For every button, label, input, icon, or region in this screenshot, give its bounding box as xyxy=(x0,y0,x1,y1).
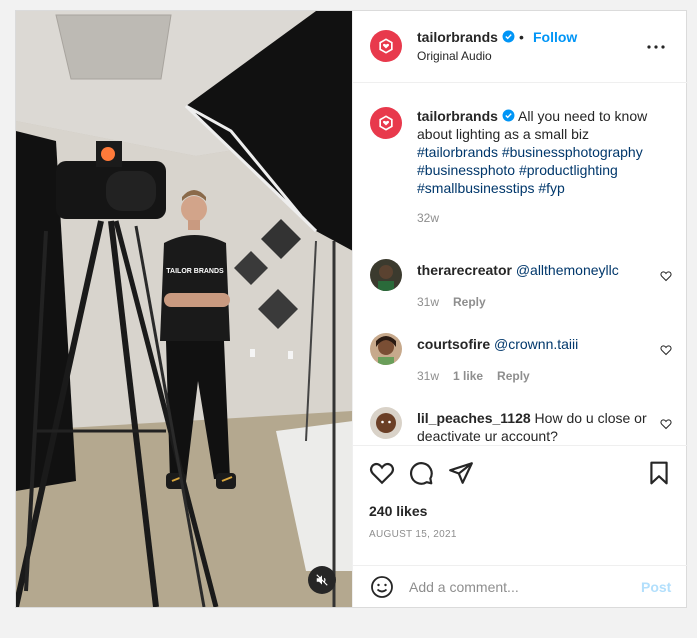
comment-text: lil_peaches_1128 How do u close or deact… xyxy=(417,409,657,445)
post-actions: 240 likes AUGUST 15, 2021 xyxy=(353,445,688,565)
user-photo-icon xyxy=(378,265,394,291)
shirt-logo-text: TAILOR BRANDS xyxy=(166,268,224,275)
avatar[interactable] xyxy=(370,259,402,291)
comment-icon[interactable] xyxy=(408,460,434,486)
comment-meta: 31w Reply xyxy=(417,295,500,309)
speaker-muted-icon xyxy=(316,574,328,586)
comments-section[interactable]: tailorbrands All you need to know about … xyxy=(353,83,688,445)
comment-time[interactable]: 31w xyxy=(417,295,439,309)
comment-input[interactable] xyxy=(409,576,629,598)
like-comment-icon[interactable] xyxy=(660,270,672,282)
reply-button[interactable]: Reply xyxy=(497,369,530,383)
avatar[interactable] xyxy=(370,107,402,139)
studio-photo: TAILOR BRANDS xyxy=(16,11,352,607)
post-comment-button[interactable]: Post xyxy=(641,579,671,595)
more-options-button[interactable] xyxy=(644,35,668,59)
caption-username[interactable]: tailorbrands xyxy=(417,108,498,124)
post-header: tailorbrands • Follow Original Audio xyxy=(353,11,688,83)
likes-count[interactable]: 240 likes xyxy=(369,503,427,519)
user-photo-icon xyxy=(376,413,396,433)
header-username[interactable]: tailorbrands xyxy=(417,29,515,45)
share-icon[interactable] xyxy=(448,460,474,486)
caption-timestamp[interactable]: 32w xyxy=(417,211,439,225)
post-caption: tailorbrands All you need to know about … xyxy=(417,107,667,197)
username-link[interactable]: tailorbrands xyxy=(417,29,498,45)
post-details-panel: tailorbrands • Follow Original Audio tai… xyxy=(352,11,688,607)
post-media[interactable]: TAILOR BRANDS xyxy=(16,11,352,607)
separator-dot: • xyxy=(519,29,524,45)
verified-badge-icon xyxy=(502,30,515,43)
comment-text: courtsofire @crownn.taiii xyxy=(417,335,657,353)
post-date: AUGUST 15, 2021 xyxy=(369,529,457,540)
avatar[interactable] xyxy=(370,407,402,439)
mute-button[interactable] xyxy=(308,566,336,594)
like-comment-icon[interactable] xyxy=(660,418,672,430)
bookmark-icon[interactable] xyxy=(646,460,672,486)
comment-meta: 31w 1 like Reply xyxy=(417,369,544,383)
more-options-icon xyxy=(647,45,665,49)
avatar[interactable] xyxy=(370,30,402,62)
brand-logo-icon xyxy=(379,115,393,131)
audio-label[interactable]: Original Audio xyxy=(417,49,492,63)
user-photo-icon xyxy=(376,336,396,365)
comment-likes[interactable]: 1 like xyxy=(453,369,483,383)
comment-username[interactable]: courtsofire xyxy=(417,336,490,352)
brand-logo-icon xyxy=(379,38,393,54)
like-comment-icon[interactable] xyxy=(660,344,672,356)
heart-icon[interactable] xyxy=(369,460,395,486)
comment-text: therarecreator @allthemoneyllc xyxy=(417,261,657,279)
comment-mention[interactable]: @allthemoneyllc xyxy=(516,262,619,278)
add-comment-bar: Post xyxy=(353,565,688,607)
avatar[interactable] xyxy=(370,333,402,365)
comment-mention[interactable]: @crownn.taiii xyxy=(494,336,578,352)
instagram-post: TAILOR BRANDS tailorbrands • Follow Orig… xyxy=(15,10,688,608)
verified-badge-icon xyxy=(502,109,515,122)
comment-username[interactable]: therarecreator xyxy=(417,262,512,278)
caption-hashtags[interactable]: #tailorbrands #businessphotography #busi… xyxy=(417,144,643,196)
follow-button[interactable]: Follow xyxy=(533,29,577,45)
emoji-icon[interactable] xyxy=(370,575,394,599)
comment-username[interactable]: lil_peaches_1128 xyxy=(417,410,531,426)
comment-time[interactable]: 31w xyxy=(417,369,439,383)
reply-button[interactable]: Reply xyxy=(453,295,486,309)
